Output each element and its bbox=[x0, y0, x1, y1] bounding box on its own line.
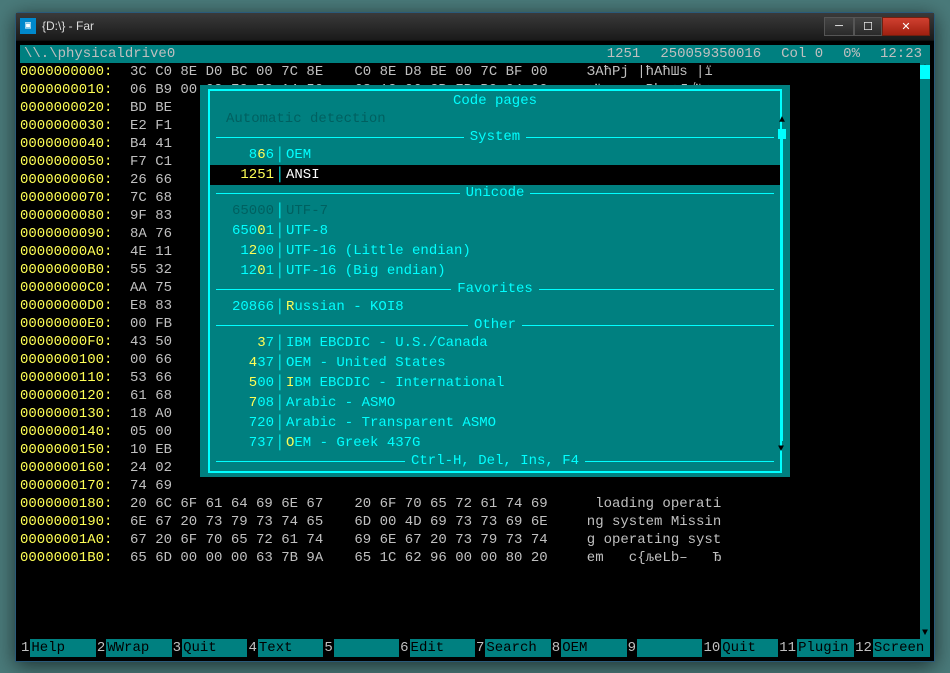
percent-indicator: 0% bbox=[843, 45, 860, 63]
scrollbar-thumb[interactable] bbox=[778, 129, 786, 139]
dialog-scrollbar[interactable]: ▲ ▼ bbox=[778, 115, 786, 455]
codepage-row[interactable]: 37│IBM EBCDIC - U.S./Canada bbox=[210, 333, 780, 353]
window-title: {D:\} - Far bbox=[42, 19, 824, 33]
hex-viewer[interactable]: 0000000000: 3C C0 8E D0 BC 00 7C 8E C0 8… bbox=[20, 63, 930, 639]
scrollbar-thumb[interactable] bbox=[920, 65, 930, 79]
codepage-row[interactable]: 866│OEM bbox=[210, 145, 780, 165]
fkey-5[interactable]: 5 bbox=[323, 639, 399, 657]
codepage-row[interactable]: 65000 │ UTF-7 bbox=[210, 201, 780, 221]
clock: 12:23 bbox=[880, 45, 922, 63]
viewer-header: \\.\physicaldrive0 1251 250059350016 Col… bbox=[20, 45, 930, 63]
fkey-2[interactable]: 2WWrap bbox=[96, 639, 172, 657]
section-unicode: Unicode bbox=[210, 185, 780, 201]
app-icon: ▣ bbox=[20, 18, 36, 34]
close-button[interactable]: ✕ bbox=[882, 17, 930, 36]
hex-row: 00000001A0: 67 20 6F 70 65 72 61 74 69 6… bbox=[20, 531, 930, 549]
codepage-row[interactable]: 708│Arabic - ASMO bbox=[210, 393, 780, 413]
minimize-button[interactable]: ─ bbox=[824, 17, 854, 36]
app-window: ▣ {D:\} - Far ─ ☐ ✕ \\.\physicaldrive0 1… bbox=[15, 12, 935, 662]
scroll-down-icon[interactable]: ▼ bbox=[920, 628, 930, 639]
codepage-row[interactable]: 1200│UTF-16 (Little endian) bbox=[210, 241, 780, 261]
fkey-1[interactable]: 1Help bbox=[20, 639, 96, 657]
dialog-title: Code pages bbox=[210, 93, 780, 109]
codepage-row[interactable]: 437│OEM - United States bbox=[210, 353, 780, 373]
hex-row: 0000000000: 3C C0 8E D0 BC 00 7C 8E C0 8… bbox=[20, 63, 930, 81]
file-path: \\.\physicaldrive0 bbox=[24, 45, 175, 63]
fkey-11[interactable]: 11Plugin bbox=[778, 639, 854, 657]
scroll-up-icon[interactable]: ▲ bbox=[778, 115, 786, 126]
fkey-9[interactable]: 9 bbox=[627, 639, 703, 657]
maximize-button[interactable]: ☐ bbox=[854, 17, 882, 36]
titlebar[interactable]: ▣ {D:\} - Far ─ ☐ ✕ bbox=[16, 13, 934, 41]
terminal: \\.\physicaldrive0 1251 250059350016 Col… bbox=[16, 41, 934, 661]
hex-row: 00000001B0: 65 6D 00 00 00 63 7B 9A 65 1… bbox=[20, 549, 930, 567]
fkey-12[interactable]: 12Screen bbox=[854, 639, 930, 657]
filesize: 250059350016 bbox=[660, 45, 761, 63]
section-favorites: Favorites bbox=[210, 281, 780, 297]
fkey-8[interactable]: 8OEM bbox=[551, 639, 627, 657]
hex-row: 0000000170: 74 69 bbox=[20, 477, 930, 495]
section-other: Other bbox=[210, 317, 780, 333]
window-buttons: ─ ☐ ✕ bbox=[824, 17, 930, 36]
hex-row: 0000000190: 6E 67 20 73 79 73 74 65 6D 0… bbox=[20, 513, 930, 531]
fkey-4[interactable]: 4Text bbox=[247, 639, 323, 657]
codepage-row[interactable]: 1201│UTF-16 (Big endian) bbox=[210, 261, 780, 281]
hex-row: 0000000180: 20 6C 6F 61 64 69 6E 67 20 6… bbox=[20, 495, 930, 513]
fkey-10[interactable]: 10Quit bbox=[702, 639, 778, 657]
section-system: System bbox=[210, 129, 780, 145]
codepage-row[interactable]: 65001│UTF-8 bbox=[210, 221, 780, 241]
dialog-footer: Ctrl-H, Del, Ins, F4 bbox=[210, 453, 780, 469]
function-key-bar: 1Help2WWrap3Quit4Text56Edit7Search8OEM91… bbox=[20, 639, 930, 657]
codepage-row[interactable]: 20866│Russian - KOI8 bbox=[210, 297, 780, 317]
fkey-3[interactable]: 3Quit bbox=[172, 639, 248, 657]
codepage-row[interactable]: 720│Arabic - Transparent ASMO bbox=[210, 413, 780, 433]
column-indicator: Col 0 bbox=[781, 45, 823, 63]
fkey-6[interactable]: 6Edit bbox=[399, 639, 475, 657]
fkey-7[interactable]: 7Search bbox=[475, 639, 551, 657]
codepage-row[interactable]: 1251│ANSI bbox=[210, 165, 780, 185]
codepage-row[interactable]: 500│IBM EBCDIC - International bbox=[210, 373, 780, 393]
vertical-scrollbar[interactable]: ▲ ▼ bbox=[920, 63, 930, 639]
codepage-indicator: 1251 bbox=[607, 45, 641, 63]
auto-detection-row[interactable]: Automatic detection bbox=[210, 109, 780, 129]
codepages-dialog: Code pages Automatic detection System 86… bbox=[200, 85, 790, 477]
scroll-down-icon[interactable]: ▼ bbox=[778, 444, 784, 455]
codepage-row[interactable]: 737│OEM - Greek 437G bbox=[210, 433, 780, 453]
